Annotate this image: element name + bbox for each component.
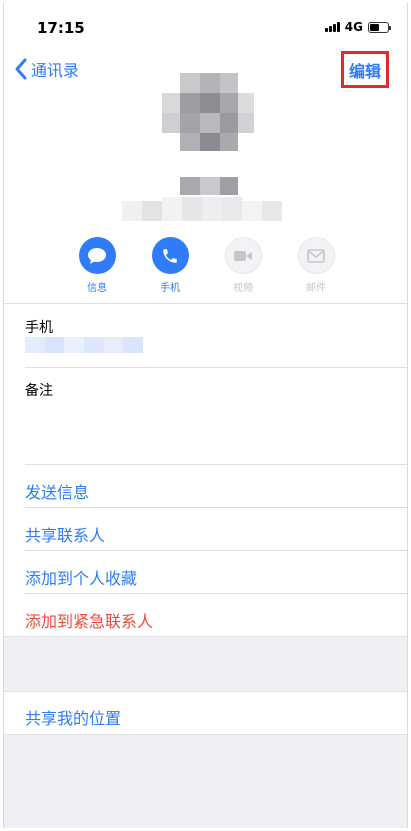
action-label: 视频 <box>233 283 253 294</box>
network-type: 4G <box>344 20 363 34</box>
phone-number-blurred[interactable] <box>25 337 144 353</box>
divider <box>25 367 407 368</box>
divider <box>25 593 407 594</box>
action-video[interactable]: 视频 <box>224 237 262 294</box>
send-message-link[interactable]: 发送信息 <box>25 479 89 503</box>
notes-label: 备注 <box>25 383 53 399</box>
divider <box>25 464 407 465</box>
edit-button[interactable]: 编辑 <box>341 51 389 88</box>
phone-label: 手机 <box>25 320 53 336</box>
status-indicators: 4G <box>324 20 391 34</box>
status-bar: 17:15 4G <box>4 3 407 47</box>
message-icon <box>78 237 116 274</box>
divider <box>4 691 407 692</box>
chevron-left-icon <box>15 58 27 80</box>
divider <box>4 303 407 304</box>
section-separator <box>4 637 407 691</box>
bottom-filler <box>4 735 407 828</box>
add-to-favorites-link[interactable]: 添加到个人收藏 <box>25 565 137 589</box>
action-label: 邮件 <box>306 283 326 294</box>
signal-icon <box>324 22 340 32</box>
action-buttons: 信息 手机 视频 邮件 <box>4 237 407 294</box>
action-mail[interactable]: 邮件 <box>297 237 335 294</box>
battery-icon <box>368 21 391 33</box>
video-icon <box>224 237 262 274</box>
divider <box>25 507 407 508</box>
action-label: 信息 <box>87 283 107 294</box>
action-message[interactable]: 信息 <box>78 237 116 294</box>
contact-name-blurred <box>122 197 297 227</box>
share-location-link[interactable]: 共享我的位置 <box>25 705 121 729</box>
share-contact-link[interactable]: 共享联系人 <box>25 522 105 546</box>
mail-icon <box>297 237 335 274</box>
action-label: 手机 <box>160 283 180 294</box>
status-time: 17:15 <box>37 19 85 37</box>
action-phone[interactable]: 手机 <box>151 237 189 294</box>
contact-detail-screen: 17:15 4G 通讯录 编辑 信息 手机 视频 邮件 手机 备注 发送信息 共… <box>3 3 408 828</box>
edit-label: 编辑 <box>348 61 381 81</box>
phone-icon <box>151 237 189 274</box>
divider <box>25 550 407 551</box>
add-emergency-contact-link[interactable]: 添加到紧急联系人 <box>25 608 153 632</box>
back-label: 通讯录 <box>31 61 80 80</box>
back-button[interactable]: 通讯录 <box>14 57 79 81</box>
